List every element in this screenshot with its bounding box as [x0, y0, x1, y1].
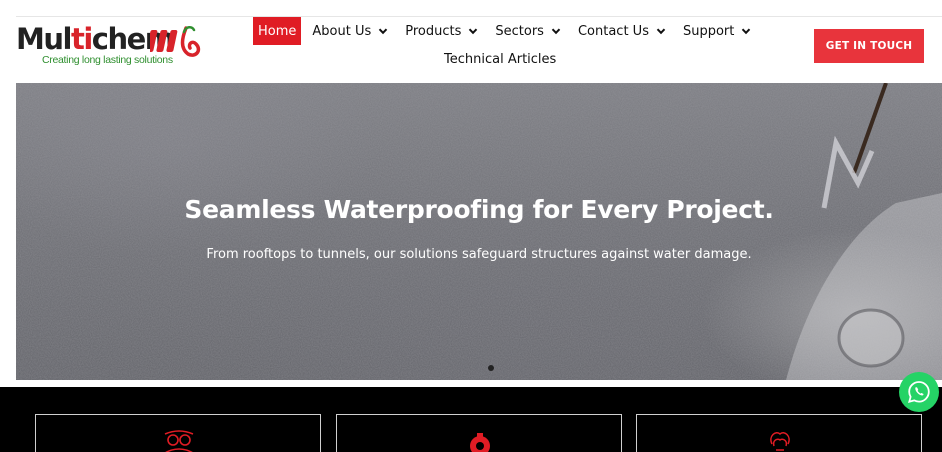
- people-group-icon: [164, 430, 194, 452]
- hero-banner: Seamless Waterproofing for Every Project…: [16, 83, 942, 380]
- chevron-down-icon: [742, 28, 751, 35]
- chevron-down-icon: [551, 28, 561, 35]
- nav-contact-us[interactable]: Contact Us: [572, 17, 672, 45]
- nav-technical-articles[interactable]: Technical Articles: [444, 52, 556, 67]
- whatsapp-icon: [908, 381, 930, 403]
- site-header: Multichem Creating long lasting solution…: [0, 0, 942, 80]
- chevron-down-icon: [469, 28, 478, 35]
- whatsapp-chat-button[interactable]: [899, 372, 939, 412]
- hero-subtitle: From rooftops to tunnels, our solutions …: [206, 247, 752, 262]
- hero-background-image: [16, 83, 942, 380]
- nav-home[interactable]: Home: [253, 17, 302, 45]
- main-nav: Home About Us Products Sectors Contact U…: [253, 17, 762, 45]
- gear-icon: [470, 433, 490, 452]
- get-in-touch-button[interactable]: GET IN TOUCH: [814, 29, 924, 63]
- nav-sectors[interactable]: Sectors: [489, 17, 567, 45]
- brand-logo[interactable]: Multichem Creating long lasting solution…: [14, 20, 201, 70]
- nav-products[interactable]: Products: [399, 17, 484, 45]
- slider-dot[interactable]: [488, 365, 494, 371]
- brand-tagline: Creating long lasting solutions: [42, 54, 173, 66]
- chevron-down-icon: [656, 28, 666, 35]
- chevron-down-icon: [379, 28, 388, 35]
- nav-support[interactable]: Support: [677, 17, 757, 45]
- hero-title: Seamless Waterproofing for Every Project…: [184, 195, 774, 224]
- lightbulb-icon: [770, 432, 790, 451]
- nav-about-us[interactable]: About Us: [306, 17, 394, 45]
